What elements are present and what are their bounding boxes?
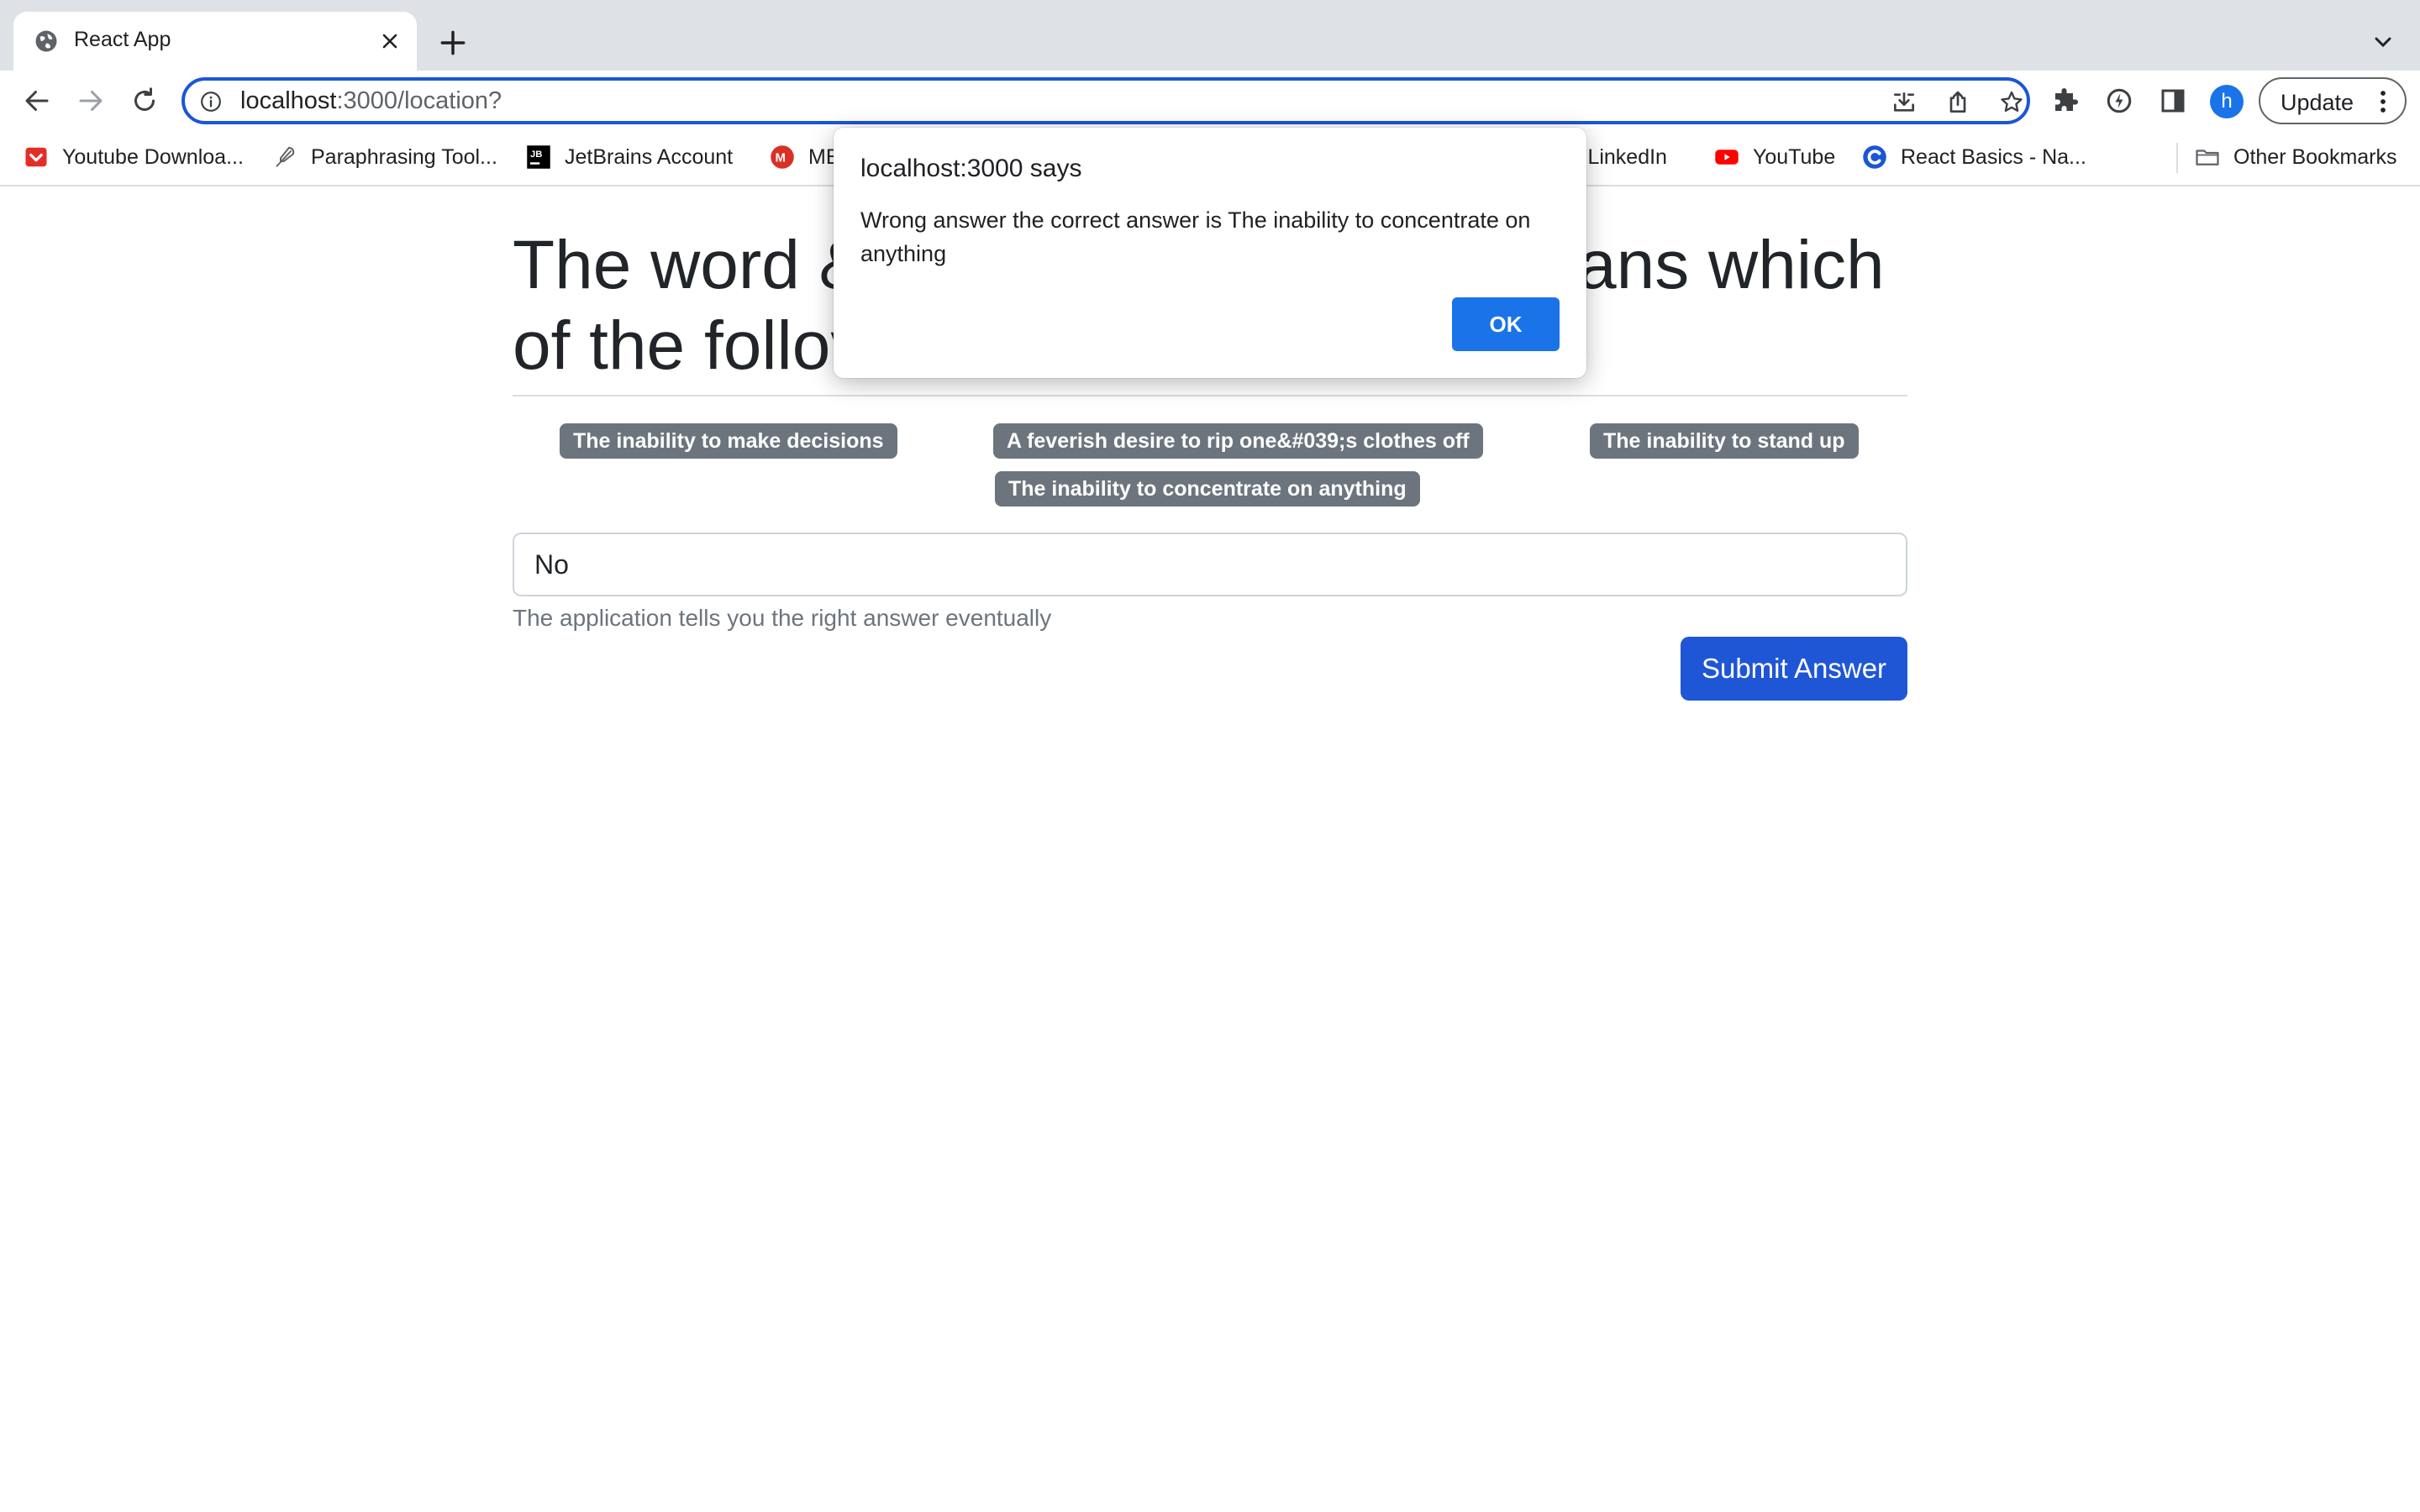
blue-c-icon xyxy=(1863,145,1886,169)
dialog-message: Wrong answer the correct answer is The i… xyxy=(860,207,1531,266)
svg-text:M: M xyxy=(776,151,786,165)
option-badge: The inability to make decisions xyxy=(560,423,897,459)
info-icon[interactable] xyxy=(200,91,222,113)
bookmark-me[interactable]: M ME xyxy=(770,143,840,171)
star-icon[interactable] xyxy=(1998,89,2025,116)
question-title-line1-right: ans which xyxy=(1578,227,1885,303)
jetbrains-icon: JB xyxy=(527,145,550,169)
bookmark-label: Paraphrasing Tool... xyxy=(311,144,497,169)
answer-input[interactable] xyxy=(513,533,1907,596)
tab-title: React App xyxy=(74,28,171,51)
forward-button[interactable] xyxy=(71,81,111,121)
tab-strip: React App xyxy=(0,0,2420,71)
update-button[interactable]: Update xyxy=(2259,77,2407,124)
alert-dialog: localhost:3000 says Wrong answer the cor… xyxy=(834,128,1586,378)
bookmark-label: YouTube xyxy=(1753,144,1836,169)
bookmarks-separator xyxy=(2176,143,2178,173)
bookmark-jetbrains-account[interactable]: JB JetBrains Account xyxy=(526,143,733,171)
kebab-menu-icon[interactable] xyxy=(2376,89,2390,114)
question-title-line2-left: of the follov xyxy=(513,307,865,384)
performance-icon[interactable] xyxy=(2104,86,2134,116)
youtube-icon xyxy=(1715,150,1739,165)
ok-button[interactable]: OK xyxy=(1452,297,1560,351)
update-label: Update xyxy=(2281,90,2354,115)
bookmark-react-basics[interactable]: React Basics - Na... xyxy=(1862,143,2086,171)
bookmark-linkedin[interactable]: | LinkedIn xyxy=(1576,143,1667,171)
new-tab-icon[interactable] xyxy=(437,27,469,59)
share-icon[interactable] xyxy=(1944,89,1971,116)
bookmark-label: Youtube Downloa... xyxy=(62,144,244,169)
extensions-icon[interactable] xyxy=(2050,86,2081,116)
folder-icon xyxy=(2196,150,2219,165)
chevron-down-icon[interactable] xyxy=(2370,29,2396,55)
reload-button[interactable] xyxy=(124,81,165,121)
reload-icon xyxy=(134,87,155,111)
bookmark-label: React Basics - Na... xyxy=(1901,144,2086,169)
feather-icon xyxy=(276,146,295,167)
globe-icon xyxy=(35,30,57,52)
install-icon[interactable] xyxy=(1891,89,1918,116)
option-badge: The inability to stand up xyxy=(1590,423,1859,459)
back-button[interactable] xyxy=(17,81,57,121)
bookmark-paraphrasing-tool[interactable]: Paraphrasing Tool... xyxy=(272,143,497,171)
url-path: :3000/location? xyxy=(336,87,502,114)
close-icon[interactable] xyxy=(378,29,402,53)
browser-tab[interactable]: React App xyxy=(13,12,417,71)
red-download-icon xyxy=(25,147,47,167)
question-title-line1-left: The word & xyxy=(513,227,865,303)
browser-toolbar: localhost:3000/location? h Update xyxy=(0,71,2420,131)
helper-text: The application tells you the right answ… xyxy=(513,605,1052,631)
submit-answer-button[interactable]: Submit Answer xyxy=(1681,637,1907,701)
bookmark-label: JetBrains Account xyxy=(565,144,734,169)
option-badge: A feverish desire to rip one&#039;s clot… xyxy=(993,423,1483,459)
option-badge: The inability to concentrate on anything xyxy=(995,471,1420,507)
side-panel-icon[interactable] xyxy=(2158,86,2188,116)
red-m-icon: M xyxy=(771,145,794,169)
bookmark-label: Other Bookmarks xyxy=(2233,144,2397,169)
bookmark-other-bookmarks[interactable]: Other Bookmarks xyxy=(2195,143,2397,171)
svg-text:JB: JB xyxy=(530,150,542,160)
url-host: localhost xyxy=(240,87,337,114)
bookmark-youtube[interactable]: YouTube xyxy=(1714,143,1835,171)
bookmark-label: | LinkedIn xyxy=(1576,144,1667,169)
divider xyxy=(513,395,1907,396)
bookmark-youtube-downloader[interactable]: Youtube Downloa... xyxy=(24,143,244,171)
arrow-left-icon xyxy=(25,91,49,111)
dialog-title: localhost:3000 says xyxy=(860,155,1082,182)
arrow-right-icon xyxy=(79,91,103,111)
address-bar[interactable]: localhost:3000/location? xyxy=(182,77,2030,124)
url-text[interactable]: localhost:3000/location? xyxy=(240,87,502,115)
profile-avatar[interactable]: h xyxy=(2210,85,2244,118)
